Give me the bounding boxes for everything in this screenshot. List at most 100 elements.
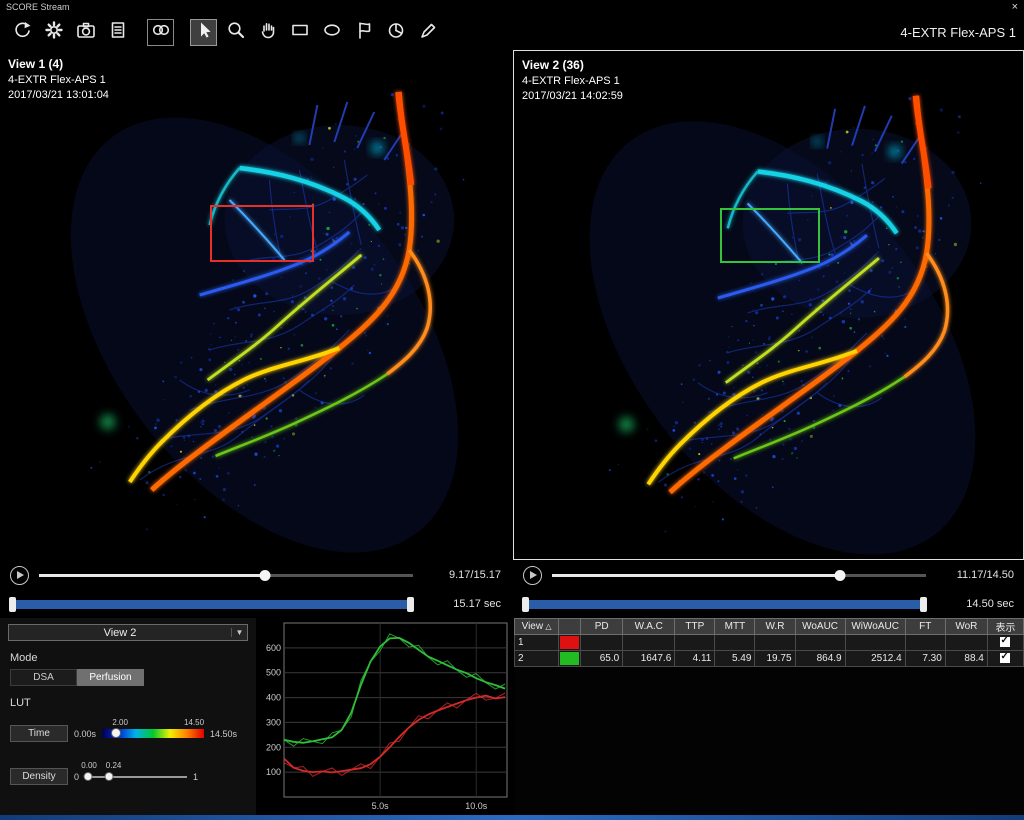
view-title: View 1 (4) — [8, 56, 109, 73]
roi-color-swatch — [560, 636, 579, 649]
chart-panel: 1002003004005006005.0s10.0s — [258, 618, 512, 815]
column-header[interactable]: PD — [581, 619, 623, 635]
value-cell — [905, 635, 945, 651]
range-handle-end[interactable] — [407, 597, 414, 612]
view-subtitle: 4-EXTR Flex-APS 1 — [8, 73, 109, 88]
mode-button[interactable]: DSA — [10, 669, 77, 686]
titlebar: SCORE Stream × — [0, 0, 1024, 14]
roi-rect[interactable] — [720, 208, 820, 263]
play-button[interactable] — [523, 566, 542, 585]
view-1-info: View 1 (4) 4-EXTR Flex-APS 1 2017/03/21 … — [8, 56, 109, 104]
range-handle-start[interactable] — [9, 597, 16, 612]
slider-fill — [552, 574, 840, 577]
results-panel: View △ PDW.A.CTTPMTTW.RWoAUCWiWoAUCFTWoR表… — [514, 618, 1024, 815]
visibility-checkbox[interactable] — [1000, 637, 1010, 647]
duration-label: 15.17 sec — [423, 598, 501, 610]
time-lut-button[interactable]: Time — [10, 725, 68, 742]
column-header[interactable] — [559, 619, 581, 635]
slider-handle[interactable] — [834, 570, 845, 581]
ellipse-icon — [321, 19, 343, 46]
visibility-cell — [987, 651, 1023, 667]
column-header[interactable]: W.R — [755, 619, 795, 635]
report-button[interactable] — [104, 19, 131, 46]
view-2-info: View 2 (36) 4-EXTR Flex-APS 1 2017/03/21… — [522, 57, 623, 105]
density-high-handle[interactable] — [105, 772, 114, 781]
settings-button[interactable] — [40, 19, 67, 46]
duration-label: 14.50 sec — [936, 598, 1014, 610]
bottom-panels: View 2 ▼ Mode DSA Perfusion LUT Time 0.0… — [0, 618, 1024, 815]
refresh-icon — [11, 19, 33, 46]
zoom-tool-button[interactable] — [222, 19, 249, 46]
select-tool-button[interactable] — [190, 19, 217, 46]
pan-tool-button[interactable] — [254, 19, 281, 46]
time-lut-slider[interactable]: 2.00 14.50 — [102, 729, 204, 738]
range-handle-start[interactable] — [522, 597, 529, 612]
results-table: View △ PDW.A.CTTPMTTW.RWoAUCWiWoAUCFTWoR表… — [514, 618, 1024, 667]
column-header[interactable]: MTT — [715, 619, 755, 635]
close-button[interactable]: × — [1012, 2, 1018, 13]
link-views-button[interactable] — [147, 19, 174, 46]
visibility-cell — [987, 635, 1023, 651]
value-cell — [581, 635, 623, 651]
rect-roi-button[interactable] — [286, 19, 313, 46]
value-cell: 2512.4 — [845, 651, 905, 667]
view-2-canvas[interactable]: View 2 (36) 4-EXTR Flex-APS 1 2017/03/21… — [513, 50, 1024, 560]
view-selector-dropdown[interactable]: View 2 ▼ — [8, 624, 248, 641]
range-slider[interactable] — [523, 600, 926, 609]
view-selector-value: View 2 — [9, 627, 231, 639]
svg-text:100: 100 — [266, 767, 281, 777]
range-slider[interactable] — [10, 600, 413, 609]
range-row-2: 14.50 sec — [513, 590, 1024, 618]
column-header[interactable]: WoR — [945, 619, 987, 635]
range-handle-end[interactable] — [920, 597, 927, 612]
frame-slider[interactable] — [552, 568, 926, 582]
toolbar: 4-EXTR Flex-APS 1 — [0, 14, 1024, 50]
column-header[interactable]: W.A.C — [623, 619, 675, 635]
freehand-roi-button[interactable] — [350, 19, 377, 46]
link-icon — [150, 19, 172, 46]
roi-rect[interactable] — [210, 205, 314, 262]
value-cell: 88.4 — [945, 651, 987, 667]
table-row[interactable]: 1 — [515, 635, 1024, 651]
visibility-checkbox[interactable] — [1000, 653, 1010, 663]
time-lut-row: Time 0.00s 2.00 14.50 14.50s — [10, 725, 246, 742]
time-display: 11.17/14.50 — [936, 569, 1014, 581]
frame-slider[interactable] — [39, 568, 413, 582]
view-1-canvas[interactable]: View 1 (4) 4-EXTR Flex-APS 1 2017/03/21 … — [0, 50, 511, 560]
refresh-button[interactable] — [8, 19, 35, 46]
column-header[interactable]: FT — [905, 619, 945, 635]
density-low-value: 0.00 — [81, 761, 97, 770]
hand-icon — [257, 19, 279, 46]
column-header[interactable]: 表示 — [987, 619, 1023, 635]
value-cell: 4.11 — [675, 651, 715, 667]
density-slider[interactable]: 0.00 0.24 — [85, 772, 187, 781]
snapshot-button[interactable] — [72, 19, 99, 46]
play-button[interactable] — [10, 566, 29, 585]
column-header[interactable]: WiWoAUC — [845, 619, 905, 635]
camera-icon — [75, 19, 97, 46]
slider-handle[interactable] — [260, 570, 271, 581]
column-header[interactable]: View △ — [515, 619, 559, 635]
view-panel-1: View 1 (4) 4-EXTR Flex-APS 1 2017/03/21 … — [0, 50, 511, 618]
density-track — [85, 776, 187, 778]
svg-text:600: 600 — [266, 643, 281, 653]
svg-text:400: 400 — [266, 693, 281, 703]
column-header[interactable]: WoAUC — [795, 619, 845, 635]
value-cell — [945, 635, 987, 651]
draw-tool-button[interactable] — [414, 19, 441, 46]
lut-time-handle[interactable] — [111, 728, 121, 738]
table-row[interactable]: 265.01647.64.115.4919.75864.92512.47.308… — [515, 651, 1024, 667]
view-subtitle: 4-EXTR Flex-APS 1 — [522, 74, 623, 89]
sort-icon: △ — [543, 622, 551, 631]
time-min-label: 0.00s — [74, 729, 96, 739]
ellipse-roi-button[interactable] — [318, 19, 345, 46]
density-low-handle[interactable] — [84, 772, 93, 781]
view-panel-2: View 2 (36) 4-EXTR Flex-APS 1 2017/03/21… — [513, 50, 1024, 618]
roi-color-cell — [559, 635, 581, 651]
density-min-label: 0 — [74, 772, 79, 782]
column-header[interactable]: TTP — [675, 619, 715, 635]
pie-roi-button[interactable] — [382, 19, 409, 46]
density-button[interactable]: Density — [10, 768, 68, 785]
pie-icon — [385, 19, 407, 46]
mode-button[interactable]: Perfusion — [77, 669, 144, 686]
